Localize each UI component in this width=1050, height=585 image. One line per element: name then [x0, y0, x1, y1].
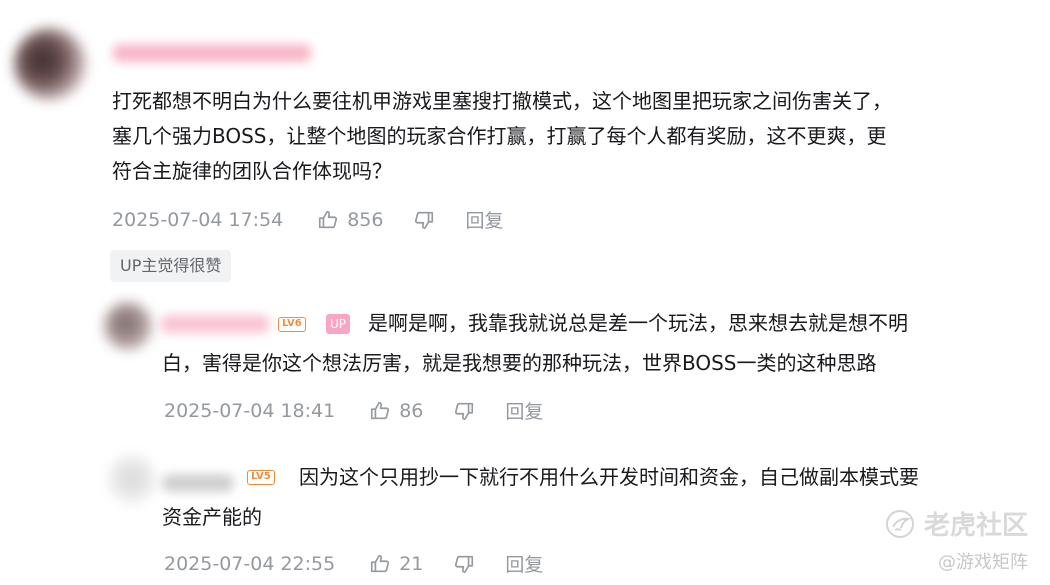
site-name: 老虎社区 [923, 511, 1028, 541]
like-button[interactable]: 21 [369, 553, 423, 575]
timestamp: 2025-07-04 17:54 [112, 208, 284, 231]
reply-meta: 2025-07-04 22:55 21 回复 [164, 550, 543, 577]
comment-meta: 2025-07-04 17:54 856 回复 [112, 206, 504, 233]
like-button[interactable]: 856 [317, 209, 383, 231]
reply-button[interactable]: 回复 [465, 206, 503, 233]
reply-meta: 2025-07-04 18:41 86 回复 [164, 397, 543, 424]
avatar[interactable] [108, 455, 156, 503]
like-count: 21 [399, 552, 424, 575]
thumbs-down-icon [455, 402, 474, 420]
reply-button[interactable]: 回复 [505, 550, 543, 577]
timestamp: 2025-07-04 18:41 [164, 399, 336, 422]
comment-line: 塞几个强力BOSS，让整个地图的玩家合作打赢，打赢了每个人都有奖励，这不更爽，更 [112, 124, 887, 148]
up-liked-tag: UP主觉得很赞 [110, 250, 232, 282]
comment-text: 打死都想不明白为什么要往机甲游戏里塞搜打撤模式，这个地图里把玩家之间伤害关了， … [112, 84, 1042, 189]
comment-line: 打死都想不明白为什么要往机甲游戏里塞搜打撤模式，这个地图里把玩家之间伤害关了， [112, 89, 892, 113]
reply-line: 是啊是啊，我靠我就说总是差一个玩法，思来想去就是想不明 [368, 311, 908, 335]
avatar[interactable] [14, 28, 86, 100]
reply-button[interactable]: 回复 [505, 397, 543, 424]
site-watermark: 老虎社区 [884, 505, 1028, 542]
dislike-button[interactable] [453, 400, 475, 422]
reply-line: 因为这个只用抄一下就行不用什么开发时间和资金，自己做副本模式要 [299, 465, 919, 489]
like-count: 856 [347, 208, 384, 231]
thumbs-down-icon [415, 211, 434, 229]
username[interactable] [112, 44, 312, 62]
account-watermark: @游戏矩阵 [938, 552, 1028, 573]
thumbs-up-icon [371, 554, 390, 572]
reply-line: 白，害得是你这个想法厉害，就是我想要的那种玩法，世界BOSS一类的这种思路 [162, 351, 877, 375]
reply-text: 是啊是啊，我靠我就说总是差一个玩法，思来想去就是想不明 白，害得是你这个想法厉害… [162, 306, 1032, 381]
avatar[interactable] [104, 302, 152, 350]
thumbs-down-icon [455, 555, 474, 573]
dislike-button[interactable] [413, 209, 435, 231]
dislike-button[interactable] [453, 553, 475, 575]
thumbs-up-icon [371, 401, 390, 419]
thumbs-up-icon [319, 210, 338, 228]
timestamp: 2025-07-04 22:55 [164, 552, 336, 575]
like-count: 86 [399, 399, 424, 422]
like-button[interactable]: 86 [369, 400, 423, 422]
tiger-logo-icon [885, 509, 914, 538]
comment-line: 符合主旋律的团队合作体现吗？ [112, 159, 392, 183]
